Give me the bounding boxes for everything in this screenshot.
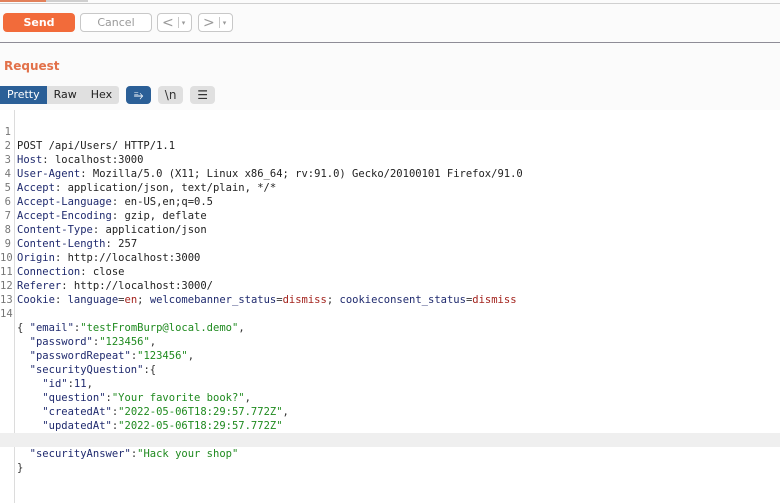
chevron-right-icon: > bbox=[203, 14, 215, 31]
view-mode-tabs: Pretty Raw Hex bbox=[0, 86, 120, 104]
view-toolbar: Pretty Raw Hex ⥱ \n ☰ bbox=[0, 86, 216, 104]
header-line: 6 Accept-Encoding: gzip, deflate bbox=[0, 181, 780, 222]
tab-raw[interactable]: Raw bbox=[47, 86, 84, 104]
toolbar: Send Cancel < ▾ > ▾ bbox=[0, 4, 780, 43]
show-newlines-button[interactable]: \n bbox=[158, 86, 184, 104]
header-line: 10 Connection: close bbox=[0, 252, 125, 278]
forward-button[interactable]: > ▾ bbox=[198, 13, 233, 32]
json-line-question: "question":"Your favorite book?", bbox=[42, 392, 251, 404]
chevron-down-icon[interactable]: ▾ bbox=[223, 19, 227, 27]
header-line: 11 Referer: http://localhost:3000/ bbox=[0, 266, 213, 292]
newline-icon: \n bbox=[164, 88, 177, 102]
back-button[interactable]: < ▾ bbox=[157, 13, 192, 32]
request-editor[interactable]: 1 POST /api/Users/ HTTP/1.1 2 Host: loca… bbox=[0, 110, 780, 503]
chevron-down-icon[interactable]: ▾ bbox=[182, 19, 186, 27]
header-line: 8 Content-Length: 257 bbox=[0, 209, 780, 250]
json-close-brace: } bbox=[17, 462, 24, 474]
header-line: 9 Origin: http://localhost:3000 bbox=[0, 223, 780, 264]
menu-button[interactable]: ☰ bbox=[190, 86, 216, 104]
menu-icon: ☰ bbox=[197, 88, 208, 102]
json-line-updated-at: "updatedAt":"2022-05-06T18:29:57.772Z" bbox=[42, 420, 283, 432]
divider bbox=[218, 17, 220, 28]
json-close-object: }, bbox=[0, 419, 780, 446]
request-title: Request bbox=[4, 59, 60, 73]
json-line-password: "password":"123456", bbox=[29, 336, 157, 348]
json-line-email: "email":"testFromBurp@local.demo", bbox=[29, 322, 245, 334]
send-button[interactable]: Send bbox=[3, 13, 75, 32]
json-line-security-question: "securityQuestion":{ bbox=[29, 364, 157, 376]
json-open-brace: 14 { bbox=[0, 308, 24, 334]
inactive-tab-indicator[interactable] bbox=[46, 0, 88, 2]
json-line-created-at: "createdAt":"2022-05-06T18:29:57.772Z", bbox=[42, 406, 289, 418]
cancel-button[interactable]: Cancel bbox=[80, 13, 152, 32]
chevron-left-icon: < bbox=[162, 14, 174, 31]
request-line: 1 POST /api/Users/ HTTP/1.1 bbox=[0, 111, 780, 152]
json-line-security-answer: "securityAnswer":"Hack your shop" bbox=[0, 433, 780, 460]
wrap-lines-button[interactable]: ⥱ bbox=[126, 86, 152, 104]
header-line: 4 Accept: application/json, text/plain, … bbox=[0, 153, 780, 194]
divider bbox=[177, 17, 179, 28]
header-line: 5 Accept-Language: en-US,en;q=0.5 bbox=[0, 167, 780, 208]
tab-hex[interactable]: Hex bbox=[84, 86, 119, 104]
json-line-id: "id":11, bbox=[42, 378, 93, 390]
tab-pretty[interactable]: Pretty bbox=[0, 86, 47, 104]
json-line-password-repeat: "passwordRepeat":"123456", bbox=[29, 350, 195, 362]
header-line: 3 User-Agent: Mozilla/5.0 (X11; Linux x8… bbox=[0, 139, 780, 180]
active-tab-indicator[interactable] bbox=[0, 0, 46, 2]
header-line: 2 Host: localhost:3000 bbox=[0, 125, 780, 166]
wrap-icon: ⥱ bbox=[133, 88, 144, 102]
cookie-line: 12 Cookie: language=en; welcomebanner_st… bbox=[0, 280, 517, 306]
blank-line: 13 bbox=[0, 279, 780, 306]
header-line: 7 Content-Type: application/json bbox=[0, 195, 780, 236]
